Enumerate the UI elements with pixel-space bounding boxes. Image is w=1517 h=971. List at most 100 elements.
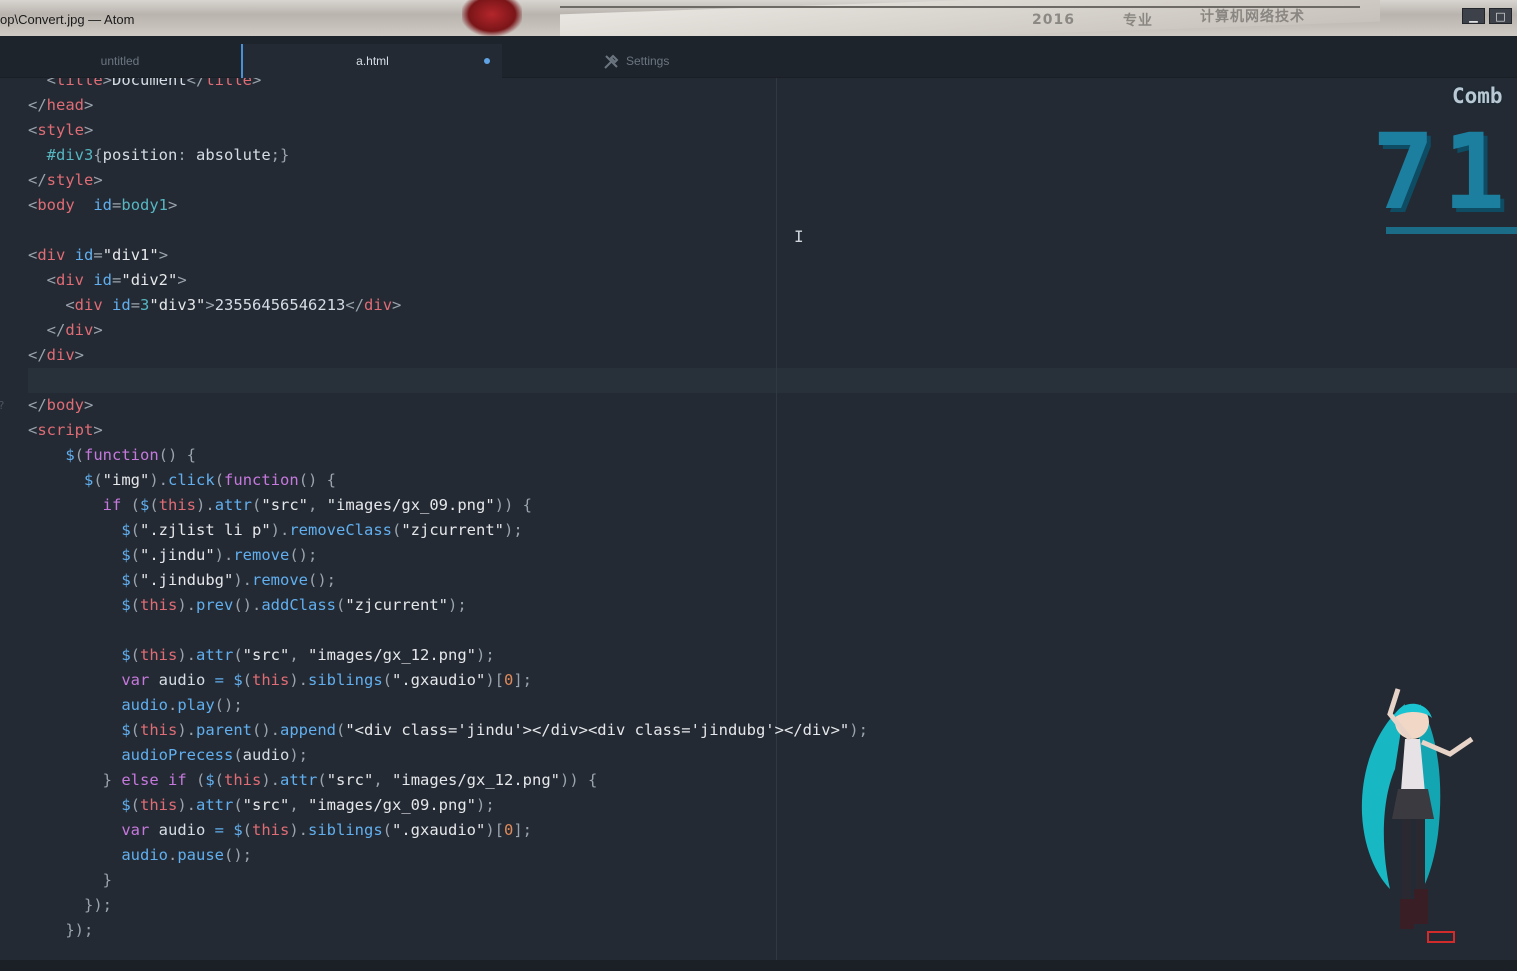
code-line[interactable]: audio.play(); <box>28 693 242 718</box>
code-token: </ <box>28 171 47 189</box>
line-number <box>0 218 6 243</box>
line-number <box>0 343 6 368</box>
code-token: </ <box>28 346 47 364</box>
line-number <box>0 943 6 960</box>
text-editor[interactable]: ? <title>Document</title></head><style> … <box>0 78 1517 960</box>
code-line[interactable]: </head> <box>28 93 93 118</box>
code-line[interactable]: }); <box>28 918 93 943</box>
code-token: $ <box>140 496 150 514</box>
code-token: ( <box>242 671 252 689</box>
code-token: $ <box>28 596 131 614</box>
code-line[interactable]: $(this).attr("src", "images/gx_12.png"); <box>28 643 494 668</box>
code-token: )) { <box>560 771 598 789</box>
code-line[interactable]: </style> <box>28 168 103 193</box>
code-token: position <box>102 146 178 164</box>
code-token: ( <box>233 796 243 814</box>
code-line[interactable]: <style> <box>28 118 93 143</box>
code-line[interactable]: $("img").click(function() { <box>28 468 336 493</box>
code-token: ). <box>177 721 196 739</box>
code-token: ). <box>233 571 252 589</box>
code-token: ). <box>289 671 308 689</box>
code-token: audio <box>158 671 215 689</box>
code-line[interactable]: audio.pause(); <box>28 843 252 868</box>
code-token: siblings <box>308 821 383 839</box>
code-line[interactable]: <div id=3"div3">23556456546213</div> <box>28 293 401 318</box>
code-line[interactable]: } else if ($(this).attr("src", "images/g… <box>28 768 598 793</box>
code-token: id <box>93 196 113 214</box>
code-token: </ <box>28 321 66 339</box>
code-token: body <box>46 396 84 414</box>
code-token: ( <box>317 771 327 789</box>
code-line[interactable]: $(this).attr("src", "images/gx_09.png"); <box>28 793 494 818</box>
code-token: "zjcurrent" <box>345 596 448 614</box>
code-line[interactable]: audioPrecess(audio); <box>28 743 308 768</box>
code-line[interactable]: var audio = $(this).siblings(".gxaudio")… <box>28 668 532 693</box>
code-token: < <box>28 196 38 214</box>
code-line[interactable]: #div3{position: absolute;} <box>28 143 290 168</box>
code-line[interactable]: <body id=body1> <box>28 193 177 218</box>
tab-settings[interactable]: Settings <box>503 44 769 78</box>
code-token: ( <box>130 796 140 814</box>
maximize-button[interactable]: □ <box>1489 8 1512 24</box>
code-line[interactable]: $(function() { <box>28 443 196 468</box>
code-line[interactable]: } <box>28 868 112 893</box>
window-title-bar: 2016 专业 计算机网络技术 op\Convert.jpg — Atom ▁ … <box>0 0 1517 36</box>
code-token: < <box>28 271 56 289</box>
code-token: > <box>93 171 103 189</box>
line-number <box>0 618 6 643</box>
code-token: absolute <box>196 146 271 164</box>
modified-dot-icon[interactable] <box>484 58 490 64</box>
code-line[interactable]: var audio = $(this).siblings(".gxaudio")… <box>28 818 532 843</box>
code-line[interactable]: $(this).parent().append("<div class='jin… <box>28 718 868 743</box>
code-token: }); <box>28 921 94 939</box>
code-line[interactable]: $(".zjlist li p").removeClass("zjcurrent… <box>28 518 522 543</box>
code-token: else if <box>121 771 196 789</box>
tab-a-html[interactable]: a.html <box>241 44 502 78</box>
code-line[interactable]: <script> <box>28 418 103 443</box>
code-token: ]; <box>513 671 533 689</box>
code-token: </ <box>345 296 365 314</box>
code-token: < <box>28 78 56 89</box>
code-line[interactable]: <div id="div1"> <box>28 243 168 268</box>
line-number <box>0 793 6 818</box>
code-token: this <box>140 796 178 814</box>
code-token: addClass <box>261 596 336 614</box>
code-line[interactable]: <title>Document</title> <box>28 78 262 93</box>
code-token: $ <box>28 721 131 739</box>
tab-untitled[interactable]: untitled <box>0 44 240 78</box>
combo-bar <box>1386 227 1517 234</box>
code-line[interactable]: $(this).prev().addClass("zjcurrent"); <box>28 593 467 618</box>
code-line[interactable]: $(".jindu").remove(); <box>28 543 317 568</box>
code-token: audio <box>158 821 215 839</box>
code-token: ( <box>382 821 392 839</box>
settings-icon <box>603 54 619 69</box>
code-token: div <box>37 246 66 264</box>
code-line[interactable]: <div id="div2"> <box>28 268 187 293</box>
code-token: "div3" <box>149 296 206 314</box>
line-number <box>0 718 6 743</box>
code-token: ".zjlist li p" <box>140 521 271 539</box>
minimize-button[interactable]: ▁ <box>1462 8 1485 24</box>
code-token: ;} <box>270 146 290 164</box>
code-line[interactable]: </div> <box>28 318 103 343</box>
code-token: if <box>28 496 131 514</box>
code-token: () { <box>298 471 337 489</box>
code-line[interactable]: }); <box>28 893 112 918</box>
code-token: ). <box>214 546 234 564</box>
code-token: this <box>252 821 290 839</box>
code-token: attr <box>214 496 253 514</box>
code-line[interactable]: </body> <box>28 393 93 418</box>
code-token: ). <box>177 596 196 614</box>
code-token: style <box>37 121 85 139</box>
code-line[interactable]: $(".jindubg").remove(); <box>28 568 336 593</box>
code-token: title <box>56 78 103 89</box>
code-line[interactable]: </div> <box>28 343 84 368</box>
code-token: function <box>84 446 159 464</box>
line-number <box>0 868 6 893</box>
code-token: , <box>289 646 309 664</box>
code-token: </ <box>28 96 47 114</box>
code-line[interactable]: if ($(this).attr("src", "images/gx_09.pn… <box>28 493 532 518</box>
code-token: ); <box>447 596 467 614</box>
code-token: "images/gx_09.png" <box>326 496 495 514</box>
